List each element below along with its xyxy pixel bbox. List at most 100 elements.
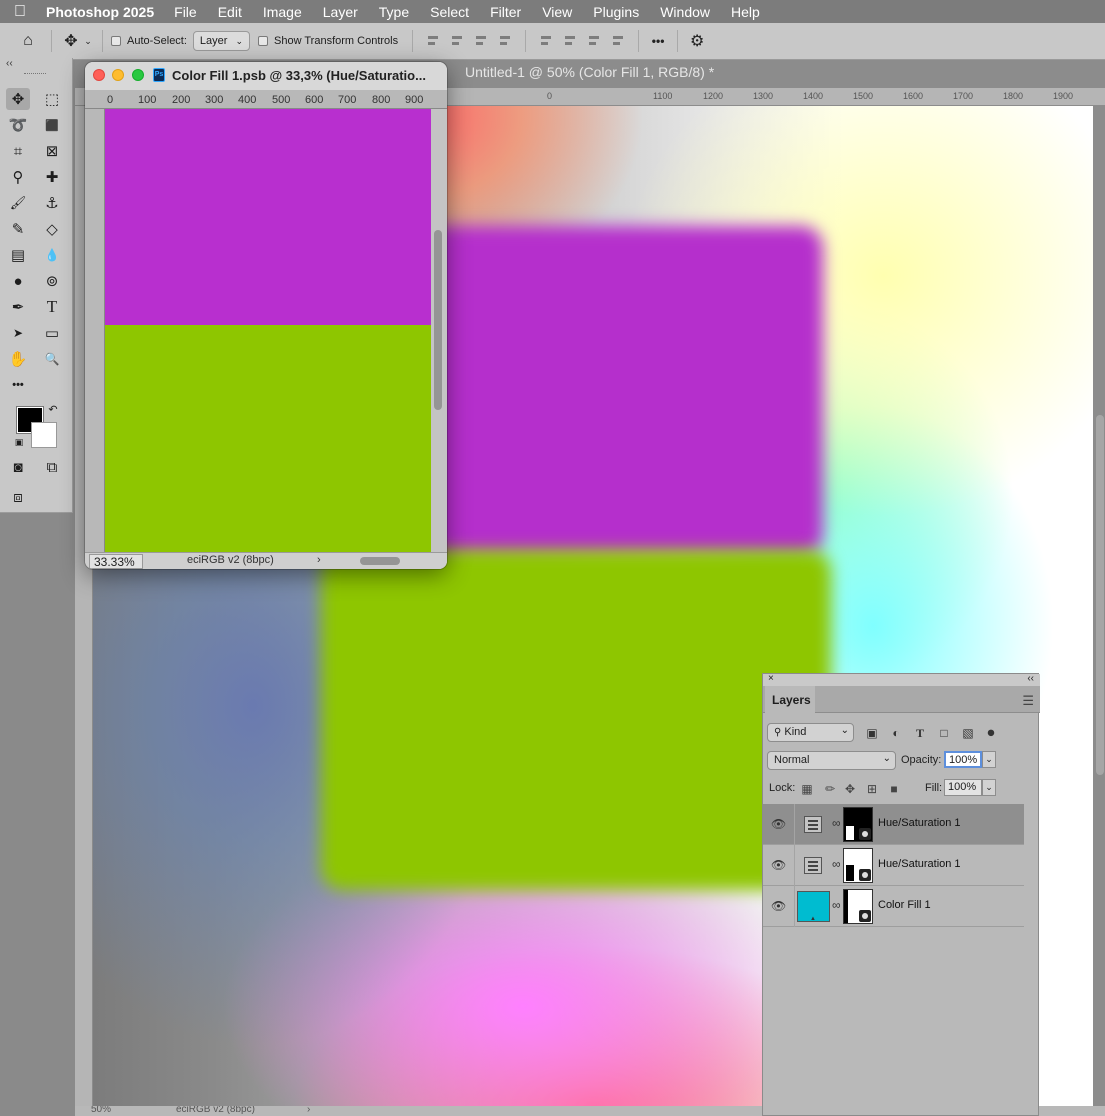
- swap-colors-icon[interactable]: ↶: [44, 400, 62, 418]
- toolbox-grip[interactable]: [24, 73, 46, 76]
- history-brush-tool-icon[interactable]: ✎: [6, 218, 30, 240]
- eraser-tool-icon[interactable]: ◇: [40, 218, 64, 240]
- path-select-tool-icon[interactable]: ➤: [6, 322, 30, 344]
- layer-name[interactable]: Hue/Saturation 1: [878, 858, 961, 870]
- floating-window-titlebar[interactable]: Ps Color Fill 1.psb @ 33,3% (Hue/Saturat…: [85, 62, 447, 90]
- eye-icon[interactable]: 👁: [771, 858, 786, 872]
- pen-tool-icon[interactable]: ✒: [6, 296, 30, 318]
- shape-filter-icon[interactable]: □: [937, 726, 951, 740]
- move-tool-preset-icon[interactable]: ✥: [60, 30, 82, 52]
- app-name-menu[interactable]: Photoshop 2025: [46, 4, 154, 20]
- marquee-tool-icon[interactable]: ⬚: [40, 88, 64, 110]
- background-color-swatch[interactable]: [31, 422, 57, 448]
- hand-tool-icon[interactable]: ✋: [6, 348, 30, 370]
- rectangle-tool-icon[interactable]: ▭: [40, 322, 64, 344]
- floating-horizontal-scrollbar[interactable]: [360, 557, 400, 565]
- fill-slider-toggle[interactable]: ⌄: [982, 779, 996, 796]
- layer-mask-thumbnail[interactable]: [843, 807, 873, 842]
- link-chain-icon[interactable]: ∞: [832, 898, 841, 912]
- menu-plugins[interactable]: Plugins: [593, 4, 639, 20]
- lock-artboard-icon[interactable]: ⊞: [865, 782, 879, 796]
- align-middle-icon[interactable]: [563, 34, 577, 48]
- lock-pixels-icon[interactable]: ✏: [823, 782, 837, 796]
- collapse-panel-icon[interactable]: ‹‹: [1027, 673, 1034, 684]
- layer-name[interactable]: Color Fill 1: [878, 899, 931, 911]
- dodge-tool-icon[interactable]: ●: [6, 270, 30, 292]
- lasso-tool-icon[interactable]: ➰: [6, 114, 30, 136]
- menu-layer[interactable]: Layer: [323, 4, 358, 20]
- edit-toolbar-icon[interactable]: •••: [6, 374, 30, 396]
- menu-filter[interactable]: Filter: [490, 4, 521, 20]
- blend-mode-dropdown[interactable]: Normal ⌄: [767, 751, 896, 770]
- layer-name[interactable]: Hue/Saturation 1: [878, 817, 961, 829]
- fill-input[interactable]: 100%: [944, 779, 982, 796]
- generative-fill-icon[interactable]: ⧈: [6, 486, 30, 508]
- floating-zoom-field[interactable]: 33.33%: [89, 554, 143, 569]
- lock-all-icon[interactable]: ■: [887, 782, 901, 796]
- smart-object-filter-icon[interactable]: ▧: [961, 726, 975, 740]
- chevron-down-icon[interactable]: ⌄: [82, 30, 94, 52]
- color-fill-thumbnail[interactable]: [797, 891, 830, 922]
- more-options-icon[interactable]: •••: [647, 30, 669, 52]
- panel-menu-icon[interactable]: ☰: [1022, 693, 1034, 709]
- gradient-tool-icon[interactable]: ▤: [6, 244, 30, 266]
- show-transform-checkbox[interactable]: [258, 36, 268, 46]
- main-vertical-scrollbar[interactable]: [1096, 415, 1104, 775]
- floating-canvas[interactable]: [105, 109, 431, 552]
- frame-tool-icon[interactable]: ⊠: [40, 140, 64, 162]
- brush-tool-icon[interactable]: 🖌: [6, 192, 30, 214]
- lock-transparent-icon[interactable]: ▦: [800, 782, 814, 796]
- align-bottom-icon[interactable]: [587, 34, 601, 48]
- opacity-input[interactable]: 100%: [944, 751, 982, 768]
- menu-help[interactable]: Help: [731, 4, 760, 20]
- link-chain-icon[interactable]: ∞: [832, 816, 841, 830]
- adjustment-filter-icon[interactable]: ◐: [889, 726, 903, 740]
- layer-mask-thumbnail[interactable]: [843, 848, 873, 883]
- filter-kind-dropdown[interactable]: ⚲ Kind ⌄: [767, 723, 854, 742]
- menu-window[interactable]: Window: [660, 4, 710, 20]
- layer-row[interactable]: 👁 ∞ Color Fill 1: [763, 886, 1024, 927]
- type-filter-icon[interactable]: T: [913, 726, 927, 740]
- menu-edit[interactable]: Edit: [218, 4, 242, 20]
- main-status-arrow[interactable]: ›: [307, 1106, 310, 1115]
- eyedropper-tool-icon[interactable]: ⚲: [6, 166, 30, 188]
- layer-row[interactable]: 👁 ∞ Hue/Saturation 1: [763, 804, 1024, 845]
- healing-brush-tool-icon[interactable]: ✚: [40, 166, 64, 188]
- eye-icon[interactable]: 👁: [771, 817, 786, 831]
- screen-mode-icon[interactable]: ⧉: [40, 456, 64, 478]
- object-select-tool-icon[interactable]: ⬛: [40, 114, 64, 136]
- layer-row[interactable]: 👁 ∞ Hue/Saturation 1: [763, 845, 1024, 886]
- menu-image[interactable]: Image: [263, 4, 302, 20]
- align-left-icon[interactable]: [426, 34, 440, 48]
- blur-tool-icon[interactable]: 💧: [40, 244, 64, 266]
- align-top-icon[interactable]: [539, 34, 553, 48]
- menu-view[interactable]: View: [542, 4, 572, 20]
- eye-icon[interactable]: 👁: [771, 899, 786, 913]
- distribute-horizontal-icon[interactable]: [498, 34, 512, 48]
- document-tab-title[interactable]: Untitled-1 @ 50% (Color Fill 1, RGB/8) *: [465, 64, 714, 80]
- quick-mask-icon[interactable]: ◙: [6, 456, 30, 478]
- menu-select[interactable]: Select: [430, 4, 469, 20]
- maximize-window-button[interactable]: [132, 69, 144, 81]
- type-tool-icon[interactable]: T: [40, 296, 64, 318]
- link-chain-icon[interactable]: ∞: [832, 857, 841, 871]
- auto-select-checkbox[interactable]: [111, 36, 121, 46]
- lock-position-icon[interactable]: ✥: [843, 782, 857, 796]
- toolbox-collapse-button[interactable]: ‹‹: [6, 58, 13, 69]
- zoom-tool-icon[interactable]: 🔍: [40, 348, 64, 370]
- default-colors-icon[interactable]: ▣: [11, 434, 27, 450]
- align-center-icon[interactable]: [450, 34, 464, 48]
- close-panel-icon[interactable]: ×: [768, 673, 774, 684]
- floating-status-arrow[interactable]: ›: [317, 554, 321, 566]
- layer-mask-thumbnail[interactable]: [843, 889, 873, 924]
- tab-layers[interactable]: Layers: [765, 686, 815, 713]
- floating-document-window[interactable]: Ps Color Fill 1.psb @ 33,3% (Hue/Saturat…: [85, 62, 447, 569]
- distribute-vertical-icon[interactable]: [611, 34, 625, 48]
- menu-type[interactable]: Type: [379, 4, 409, 20]
- floating-vertical-scrollbar[interactable]: [434, 230, 442, 410]
- smudge-tool-icon[interactable]: ⊚: [40, 270, 64, 292]
- move-tool-icon[interactable]: ✥: [6, 88, 30, 110]
- clone-stamp-tool-icon[interactable]: ⚓: [40, 192, 64, 214]
- main-zoom-field[interactable]: 50%: [91, 1106, 111, 1115]
- menu-file[interactable]: File: [174, 4, 197, 20]
